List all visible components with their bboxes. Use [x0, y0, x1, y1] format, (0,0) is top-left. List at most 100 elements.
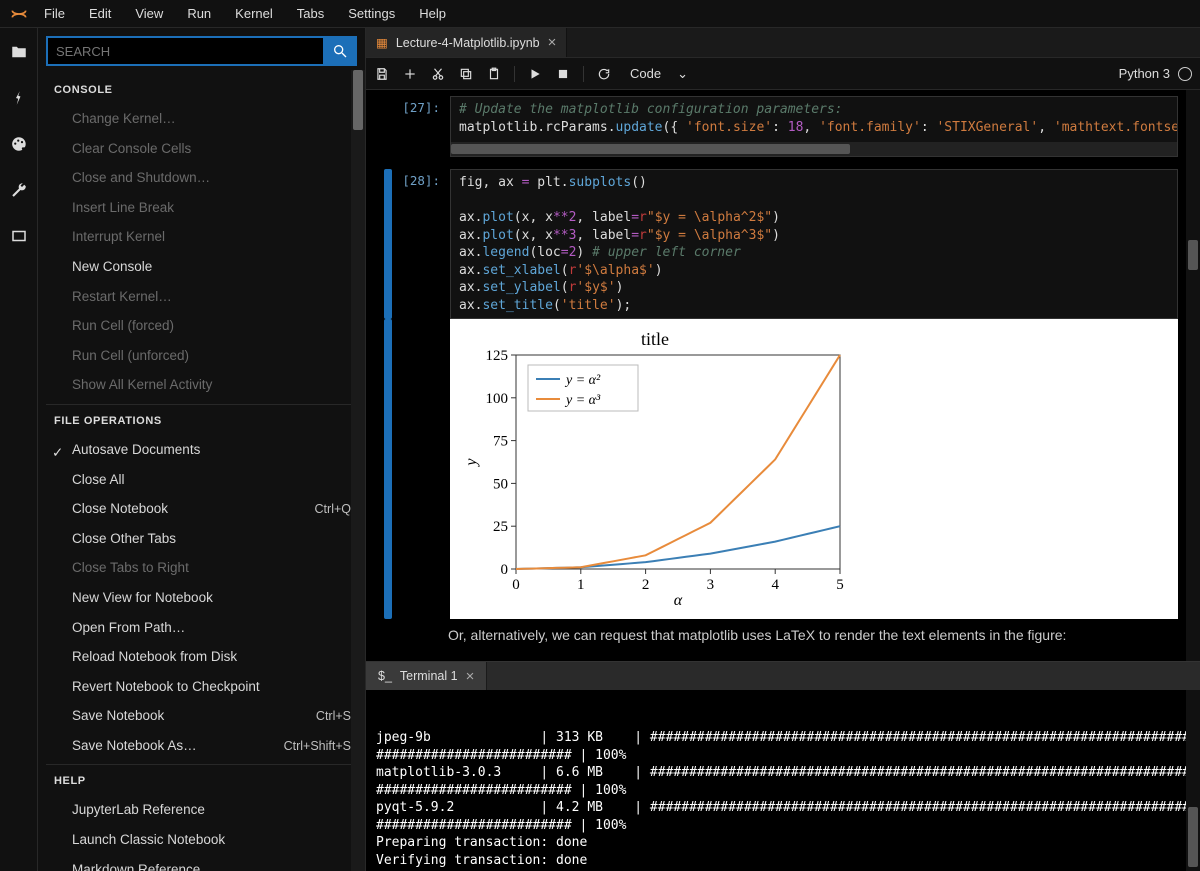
command-item: Show All Kernel Activity — [46, 370, 357, 400]
wrench-icon[interactable] — [9, 180, 29, 200]
command-item[interactable]: Save NotebookCtrl+S — [46, 701, 357, 731]
menu-settings[interactable]: Settings — [336, 2, 407, 25]
section-header: FILE OPERATIONS — [46, 404, 357, 435]
horizontal-scrollbar[interactable] — [451, 142, 1177, 156]
jupyter-logo-icon — [6, 1, 32, 27]
svg-text:0: 0 — [501, 562, 509, 578]
command-label: New View for Notebook — [72, 587, 213, 609]
command-item[interactable]: Open From Path… — [46, 613, 357, 643]
tab-title: Lecture-4-Matplotlib.ipynb — [396, 36, 540, 50]
tab-terminal[interactable]: $_ Terminal 1 × — [366, 662, 487, 690]
celltype-select[interactable]: Code ⌄ — [624, 64, 694, 84]
menubar: File Edit View Run Kernel Tabs Settings … — [0, 0, 1200, 28]
command-item[interactable]: New Console — [46, 252, 357, 282]
command-shortcut: Ctrl+Q — [315, 499, 351, 519]
activity-bar — [0, 28, 38, 871]
command-palette: CONSOLEChange Kernel…Clear Console Cells… — [38, 28, 366, 871]
run-icon[interactable] — [527, 66, 543, 82]
command-label: Clear Console Cells — [72, 138, 191, 160]
code-editor[interactable]: fig, ax = plt.subplots() ax.plot(x, x**2… — [450, 169, 1178, 319]
add-icon[interactable] — [402, 66, 418, 82]
copy-icon[interactable] — [458, 66, 474, 82]
kernel-status-icon — [1178, 67, 1192, 81]
command-item[interactable]: Close Notebook Ctrl+Q — [46, 494, 357, 524]
paste-icon[interactable] — [486, 66, 502, 82]
main-area: CONSOLEChange Kernel…Clear Console Cells… — [0, 28, 1200, 871]
command-item[interactable]: Reload Notebook from Disk — [46, 642, 357, 672]
command-shortcut: Ctrl+S — [316, 706, 351, 726]
svg-text:1: 1 — [577, 577, 585, 593]
terminal-output[interactable]: jpeg-9b | 313 KB | #####################… — [366, 690, 1200, 871]
menu-file[interactable]: File — [32, 2, 77, 25]
command-label: Reload Notebook from Disk — [72, 646, 237, 668]
notebook-scrollbar[interactable] — [1186, 90, 1200, 661]
menu-view[interactable]: View — [123, 2, 175, 25]
command-item: Close Tabs to Right — [46, 553, 357, 583]
svg-text:α: α — [674, 592, 683, 609]
command-item[interactable]: Save Notebook As…Ctrl+Shift+S — [46, 731, 357, 761]
command-label: Run Cell (forced) — [72, 315, 174, 337]
command-item[interactable]: New View for Notebook — [46, 583, 357, 613]
menu-edit[interactable]: Edit — [77, 2, 123, 25]
command-item[interactable]: Launch Classic Notebook — [46, 825, 357, 855]
command-item[interactable]: ✓Autosave Documents — [46, 435, 357, 465]
chevron-down-icon: ⌄ — [677, 66, 688, 82]
menu-tabs[interactable]: Tabs — [285, 2, 336, 25]
command-label: JupyterLab Reference — [72, 799, 205, 821]
palette-icon[interactable] — [9, 134, 29, 154]
code-cell-28[interactable]: [28]: fig, ax = plt.subplots() ax.plot(x… — [384, 169, 1178, 319]
matplotlib-figure: title0255075100125012345αyy = α²y = α³ — [450, 319, 1178, 619]
command-item: Insert Line Break — [46, 193, 357, 223]
notebook-icon: ▦ — [376, 35, 388, 50]
svg-text:4: 4 — [771, 577, 779, 593]
command-label: Insert Line Break — [72, 197, 174, 219]
search-button[interactable] — [323, 36, 357, 66]
code-cell-27[interactable]: [27]: # Update the matplotlib configurat… — [384, 96, 1178, 157]
svg-text:75: 75 — [493, 434, 508, 450]
command-item[interactable]: Close All — [46, 465, 357, 495]
markdown-text: Or, alternatively, we can request that m… — [384, 619, 1178, 643]
tabs-icon[interactable] — [9, 226, 29, 246]
svg-text:title: title — [641, 329, 669, 349]
svg-text:25: 25 — [493, 520, 508, 536]
terminal-scrollbar[interactable] — [1186, 690, 1200, 871]
command-item: Close and Shutdown… — [46, 163, 357, 193]
close-icon[interactable]: × — [466, 668, 475, 685]
notebook-toolbar: Code ⌄ Python 3 — [366, 58, 1200, 90]
cut-icon[interactable] — [430, 66, 446, 82]
svg-text:3: 3 — [707, 577, 715, 593]
close-icon[interactable]: × — [548, 34, 557, 51]
svg-text:y: y — [463, 458, 480, 468]
menu-run[interactable]: Run — [175, 2, 223, 25]
sidebar-scrollbar[interactable] — [351, 70, 365, 871]
svg-text:0: 0 — [512, 577, 520, 593]
code-editor[interactable]: # Update the matplotlib configuration pa… — [450, 96, 1178, 157]
kernel-name[interactable]: Python 3 — [1119, 66, 1170, 81]
terminal-icon: $_ — [378, 669, 392, 683]
command-item[interactable]: Markdown Reference — [46, 855, 357, 871]
save-icon[interactable] — [374, 66, 390, 82]
svg-text:5: 5 — [836, 577, 844, 593]
command-item[interactable]: Close Other Tabs — [46, 524, 357, 554]
restart-icon[interactable] — [596, 66, 612, 82]
menu-help[interactable]: Help — [407, 2, 458, 25]
command-item[interactable]: JupyterLab Reference — [46, 795, 357, 825]
check-icon: ✓ — [52, 442, 63, 464]
search-input[interactable] — [46, 36, 323, 66]
cell-prompt: [27]: — [398, 96, 450, 157]
running-icon[interactable] — [9, 88, 29, 108]
terminal-panel: $_ Terminal 1 × jpeg-9b | 313 KB | #####… — [366, 661, 1200, 871]
cell-prompt: [28]: — [398, 169, 450, 319]
svg-text:125: 125 — [486, 348, 509, 364]
tab-notebook[interactable]: ▦ Lecture-4-Matplotlib.ipynb × — [366, 28, 567, 57]
command-label: Close Notebook — [72, 498, 168, 520]
command-item[interactable]: Revert Notebook to Checkpoint — [46, 672, 357, 702]
command-label: Revert Notebook to Checkpoint — [72, 676, 260, 698]
command-label: Save Notebook As… — [72, 735, 197, 757]
menu-kernel[interactable]: Kernel — [223, 2, 285, 25]
folder-icon[interactable] — [9, 42, 29, 62]
stop-icon[interactable] — [555, 66, 571, 82]
command-label: Run Cell (unforced) — [72, 345, 189, 367]
command-label: Close All — [72, 469, 125, 491]
chart-svg: title0255075100125012345αyy = α²y = α³ — [460, 329, 850, 609]
